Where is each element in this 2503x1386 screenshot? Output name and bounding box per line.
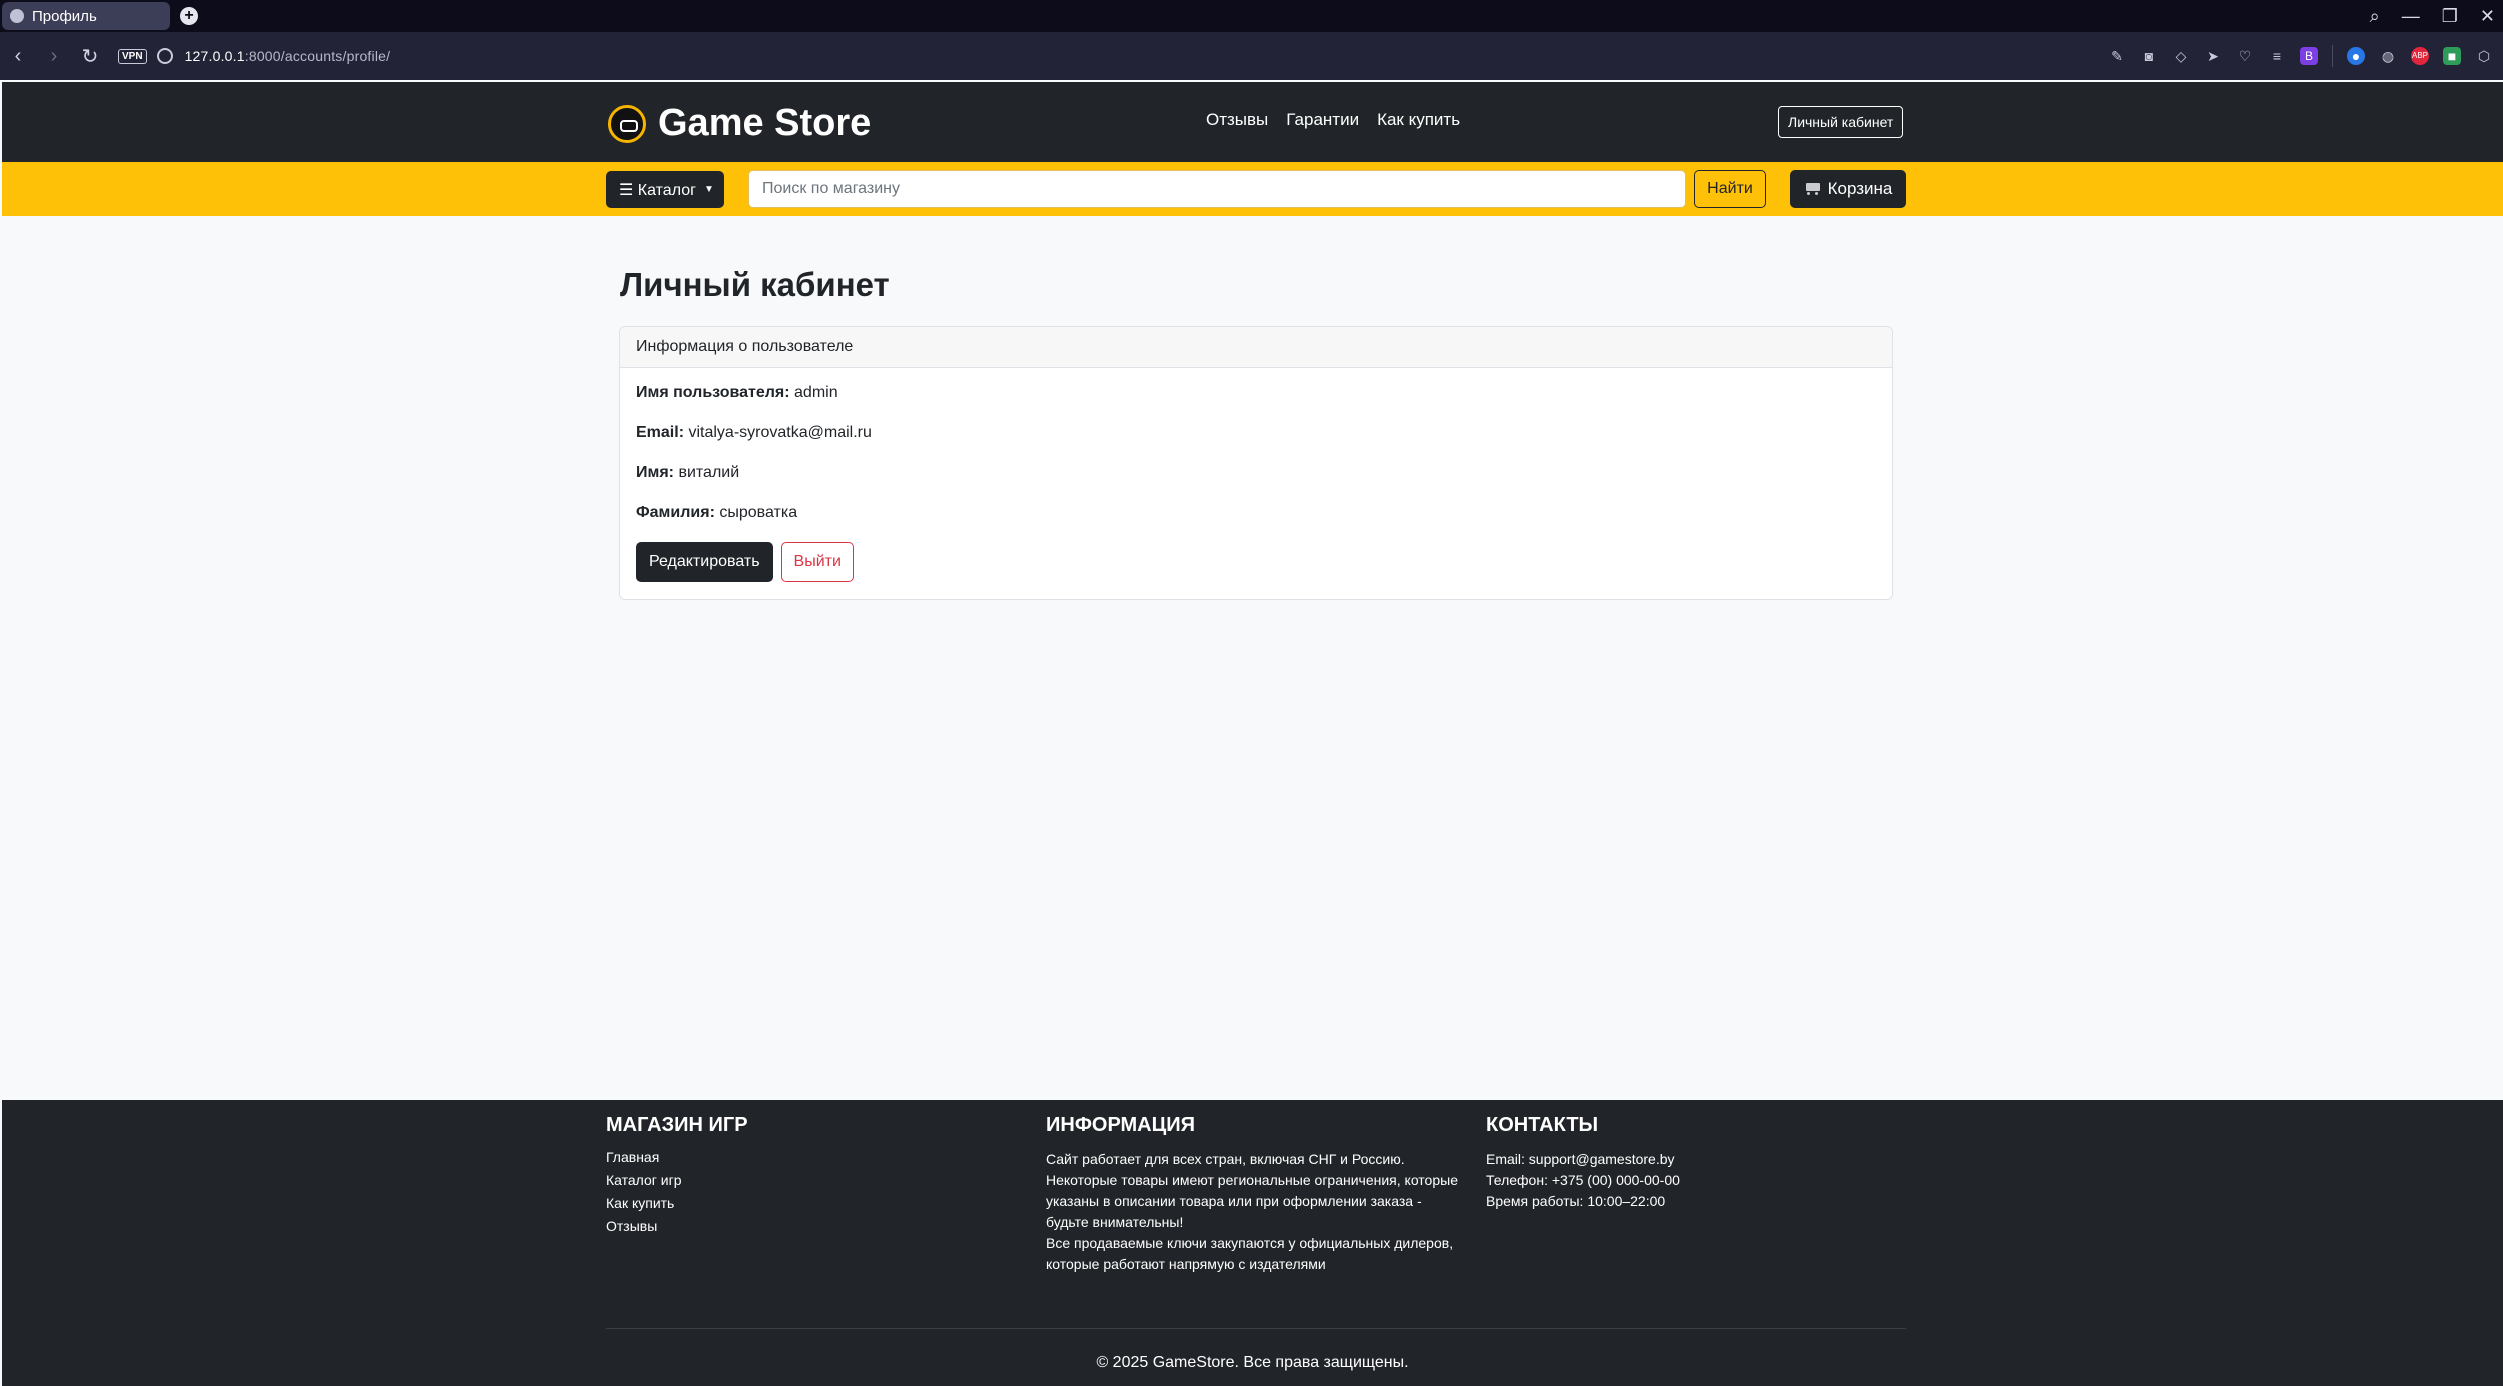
- camera-icon[interactable]: ◙: [2140, 47, 2158, 65]
- username-label: Имя пользователя:: [636, 384, 790, 401]
- footer-info-text: Сайт работает для всех стран, включая СН…: [1046, 1149, 1458, 1275]
- first-name-value: виталий: [678, 464, 740, 481]
- copyright: © 2025 GameStore. Все права защищены.: [1096, 1354, 1409, 1371]
- site-header: Game Store Отзывы Гарантии Как купить Ли…: [2, 82, 2503, 162]
- footer-contacts-column: КОНТАКТЫ Email: support@gamestore.by Тел…: [1486, 1114, 1680, 1212]
- menu-lines-icon[interactable]: ≡: [2268, 47, 2286, 65]
- adblock-icon[interactable]: ABP: [2411, 47, 2429, 65]
- extension-b-icon[interactable]: B: [2300, 47, 2318, 65]
- vpn-badge[interactable]: VPN: [118, 48, 147, 64]
- new-tab-plus-icon[interactable]: +: [180, 7, 198, 25]
- footer-info-line: Некоторые товары имеют региональные огра…: [1046, 1172, 1458, 1188]
- minimize-icon[interactable]: —: [2402, 6, 2420, 27]
- last-name-row: Фамилия: сыроватка: [636, 504, 1876, 523]
- footer-contact-hours: Время работы: 10:00–22:00: [1486, 1193, 1666, 1209]
- card-header: Информация о пользователе: [620, 327, 1892, 368]
- footer-info-column: ИНФОРМАЦИЯ Сайт работает для всех стран,…: [1046, 1114, 1458, 1275]
- catalog-dropdown-button[interactable]: ☰ Каталог ▼: [606, 171, 724, 208]
- tab-favicon-icon: [10, 9, 24, 23]
- last-name-label: Фамилия:: [636, 504, 715, 521]
- extension-globe-icon[interactable]: ◍: [2379, 47, 2397, 65]
- browser-address-bar: ‹ › ↻ VPN 127.0.0.1:8000/accounts/profil…: [0, 32, 2503, 80]
- footer-contacts-title: КОНТАКТЫ: [1486, 1114, 1599, 1136]
- brand[interactable]: Game Store: [608, 102, 871, 145]
- restore-icon[interactable]: ❐: [2442, 6, 2458, 27]
- send-icon[interactable]: ➤: [2204, 47, 2222, 65]
- gamepad-logo-icon: [608, 104, 646, 143]
- back-arrow-icon[interactable]: ‹: [0, 45, 36, 68]
- extensions-cube-icon[interactable]: ⬡: [2475, 47, 2493, 65]
- email-row: Email: vitalya-syrovatka@mail.ru: [636, 424, 1876, 443]
- window-controls: ⌕ — ❐ ✕: [2370, 0, 2495, 32]
- card-body: Имя пользователя: admin Email: vitalya-s…: [620, 368, 1892, 598]
- username-value: admin: [794, 384, 838, 401]
- footer-link-how-to-buy[interactable]: Как купить: [606, 1195, 748, 1211]
- footer-link-reviews[interactable]: Отзывы: [606, 1218, 748, 1234]
- reload-icon[interactable]: ↻: [72, 44, 108, 69]
- edit-page-icon[interactable]: ✎: [2108, 47, 2126, 65]
- footer-link-home[interactable]: Главная: [606, 1149, 748, 1165]
- extension-blue-icon[interactable]: ●: [2347, 47, 2365, 65]
- logout-button[interactable]: Выйти: [780, 542, 854, 582]
- last-name-value: сыроватка: [719, 504, 798, 521]
- search-button[interactable]: Найти: [1694, 170, 1766, 208]
- catalog-label: ☰ Каталог: [619, 181, 696, 199]
- footer-contact-phone: Телефон: +375 (00) 000-00-00: [1486, 1172, 1680, 1188]
- browser-tab[interactable]: Профиль: [2, 2, 170, 30]
- menu-how-to-buy-link[interactable]: Как купить: [1377, 110, 1460, 130]
- cart-button[interactable]: Корзина: [1790, 170, 1906, 208]
- forward-arrow-icon[interactable]: ›: [36, 45, 72, 68]
- first-name-label: Имя:: [636, 464, 674, 481]
- cart-icon: [1804, 182, 1822, 196]
- website: Game Store Отзывы Гарантии Как купить Ли…: [2, 82, 2503, 1386]
- heart-icon[interactable]: ♡: [2236, 47, 2254, 65]
- footer-info-line: будьте внимательны!: [1046, 1214, 1184, 1230]
- page-title: Личный кабинет: [620, 266, 890, 303]
- first-name-row: Имя: виталий: [636, 464, 1876, 483]
- search-input[interactable]: [748, 170, 1686, 208]
- footer-link-catalog[interactable]: Каталог игр: [606, 1172, 748, 1188]
- site-info-globe-icon[interactable]: [156, 48, 173, 64]
- menu-guarantees-link[interactable]: Гарантии: [1286, 110, 1359, 130]
- email-label: Email:: [636, 424, 685, 441]
- footer-info-line: Сайт работает для всех стран, включая СН…: [1046, 1151, 1405, 1167]
- url-field[interactable]: 127.0.0.1:8000/accounts/profile/: [185, 48, 391, 64]
- browser-tab-bar: Профиль + ⌕ — ❐ ✕: [0, 0, 2503, 32]
- close-window-icon[interactable]: ✕: [2480, 6, 2495, 27]
- caret-down-icon: ▼: [703, 184, 714, 195]
- footer-info-line: которые работают напрямую с издателями: [1046, 1256, 1326, 1272]
- cart-label: Корзина: [1827, 179, 1893, 198]
- site-footer: МАГАЗИН ИГР Главная Каталог игр Как купи…: [2, 1100, 2503, 1386]
- edit-profile-button[interactable]: Редактировать: [636, 542, 773, 582]
- tab-title: Профиль: [32, 7, 97, 25]
- url-path: :8000/accounts/profile/: [244, 48, 391, 64]
- profile-actions: Редактировать Выйти: [636, 542, 1876, 582]
- username-row: Имя пользователя: admin: [636, 384, 1876, 403]
- footer-contact-email: Email: support@gamestore.by: [1486, 1151, 1675, 1167]
- user-info-card: Информация о пользователе Имя пользовате…: [619, 326, 1893, 600]
- toolbar-divider: [2332, 45, 2333, 67]
- footer-info-line: указаны в описании товара или при оформл…: [1046, 1193, 1422, 1209]
- email-value: vitalya-syrovatka@mail.ru: [688, 424, 872, 441]
- shield-icon[interactable]: ◇: [2172, 47, 2190, 65]
- main-menu: Отзывы Гарантии Как купить: [1206, 110, 1460, 130]
- footer-info-title: ИНФОРМАЦИЯ: [1046, 1114, 1195, 1136]
- footer-shop-column: МАГАЗИН ИГР Главная Каталог игр Как купи…: [606, 1114, 748, 1241]
- menu-reviews-link[interactable]: Отзывы: [1206, 110, 1268, 130]
- browser-search-icon[interactable]: ⌕: [2370, 6, 2380, 27]
- footer-contacts-text: Email: support@gamestore.by Телефон: +37…: [1486, 1149, 1680, 1212]
- search-toolbar: ☰ Каталог ▼ Найти Корзина: [2, 162, 2503, 216]
- footer-info-line: Все продаваемые ключи закупаются у офици…: [1046, 1235, 1454, 1251]
- brand-name: Game Store: [658, 102, 872, 144]
- extension-toolbar: ✎ ◙ ◇ ➤ ♡ ≡ B ● ◍ ABP ■ ⬡: [2108, 32, 2503, 80]
- account-button[interactable]: Личный кабинет: [1778, 106, 1904, 138]
- url-host: 127.0.0.1: [184, 48, 245, 64]
- extension-green-icon[interactable]: ■: [2443, 47, 2461, 65]
- footer-shop-title: МАГАЗИН ИГР: [606, 1114, 748, 1136]
- footer-divider: [606, 1328, 1906, 1329]
